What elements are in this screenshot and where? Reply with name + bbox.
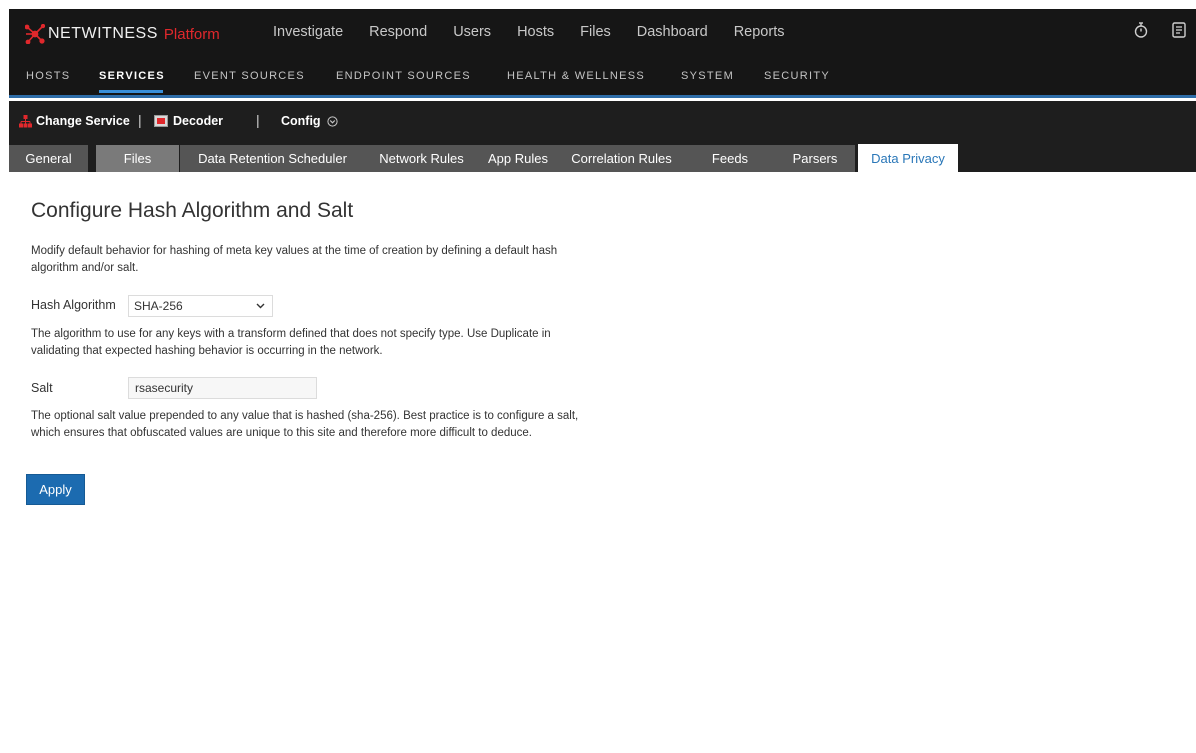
hash-algorithm-help: The algorithm to use for any keys with a… <box>31 328 551 357</box>
change-service-button[interactable]: Change Service <box>19 114 130 128</box>
admin-nav-endpoint-sources[interactable]: ENDPOINT SOURCES <box>336 70 471 82</box>
active-nav-indicator <box>99 90 163 93</box>
separator: | <box>256 112 260 128</box>
main-nav: Investigate Respond Users Hosts Files Da… <box>273 24 810 40</box>
intro-text: Modify default behavior for hashing of m… <box>31 245 558 274</box>
admin-nav-event-sources[interactable]: EVENT SOURCES <box>194 70 305 82</box>
chevron-down-icon <box>256 303 265 309</box>
config-view-dropdown[interactable]: Config <box>281 114 338 128</box>
service-bar: Change Service | Decoder | Config <box>9 101 1196 141</box>
page-title: Configure Hash Algorithm and Salt <box>31 199 354 222</box>
tab-data-retention-scheduler[interactable]: Data Retention Scheduler <box>180 145 365 172</box>
salt-label: Salt <box>31 381 53 395</box>
top-icons <box>1132 21 1188 39</box>
tab-app-rules[interactable]: App Rules <box>478 145 558 172</box>
nav-investigate[interactable]: Investigate <box>273 24 343 40</box>
service-name-label: Decoder <box>173 114 224 128</box>
chevron-down-circle-icon <box>326 115 338 127</box>
tab-network-rules[interactable]: Network Rules <box>365 145 478 172</box>
tab-data-privacy[interactable]: Data Privacy <box>858 144 958 172</box>
service-name[interactable]: Decoder <box>154 114 223 128</box>
hash-algorithm-select[interactable]: SHA-256 <box>128 295 273 317</box>
brand-product: Platform <box>163 25 220 43</box>
tab-general[interactable]: General <box>9 145 88 172</box>
hash-algorithm-value: SHA-256 <box>134 299 183 313</box>
tab-files[interactable]: Files <box>96 145 179 172</box>
tab-parsers[interactable]: Parsers <box>775 145 855 172</box>
nav-respond[interactable]: Respond <box>369 24 427 40</box>
admin-nav-security[interactable]: SECURITY <box>764 70 830 82</box>
admin-nav-services[interactable]: SERVICES <box>99 70 165 82</box>
salt-input[interactable] <box>128 377 317 399</box>
admin-nav: HOSTS SERVICES EVENT SOURCES ENDPOINT SO… <box>9 59 1196 98</box>
netwitness-logo-icon <box>25 24 45 44</box>
service-tree-icon <box>19 114 32 127</box>
top-navigation-bar: NETWITNESS Platform Investigate Respond … <box>9 9 1196 59</box>
apply-button[interactable]: Apply <box>26 474 85 505</box>
nav-reports[interactable]: Reports <box>734 24 785 40</box>
tab-feeds[interactable]: Feeds <box>685 145 775 172</box>
netwitness-logo[interactable]: NETWITNESS Platform <box>25 24 220 44</box>
brand-name: NETWITNESS <box>48 25 158 42</box>
config-tabs: General Files Data Retention Scheduler N… <box>9 141 1196 172</box>
hash-algorithm-label: Hash Algorithm <box>31 298 116 312</box>
salt-help: The optional salt value prepended to any… <box>31 410 579 439</box>
nav-files[interactable]: Files <box>580 24 611 40</box>
admin-nav-hosts[interactable]: HOSTS <box>26 70 70 82</box>
notes-icon[interactable] <box>1170 21 1188 39</box>
change-service-label: Change Service <box>36 114 130 128</box>
config-view-label: Config <box>281 114 321 128</box>
decoder-icon <box>154 115 168 127</box>
timer-icon[interactable] <box>1132 21 1150 39</box>
nav-dashboard[interactable]: Dashboard <box>637 24 708 40</box>
tab-correlation-rules[interactable]: Correlation Rules <box>558 145 685 172</box>
separator: | <box>138 112 142 128</box>
admin-nav-system[interactable]: SYSTEM <box>681 70 734 82</box>
nav-hosts[interactable]: Hosts <box>517 24 554 40</box>
nav-users[interactable]: Users <box>453 24 491 40</box>
admin-nav-health-wellness[interactable]: HEALTH & WELLNESS <box>507 70 645 82</box>
